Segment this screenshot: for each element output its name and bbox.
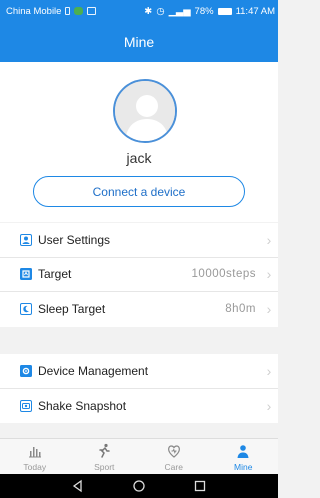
bluetooth-icon: ✱	[144, 5, 153, 17]
device-management-row[interactable]: Device Management ›	[0, 354, 278, 389]
shake-snapshot-row[interactable]: Shake Snapshot ›	[0, 389, 278, 424]
target-row[interactable]: Target 10000steps ›	[0, 258, 278, 292]
image-icon	[87, 7, 97, 15]
avatar[interactable]	[113, 79, 177, 143]
carrier-name: China Mobile	[6, 5, 62, 17]
title-bar: Mine	[0, 22, 278, 62]
recents-icon[interactable]	[188, 474, 212, 498]
connect-device-button[interactable]: Connect a device	[33, 176, 245, 207]
usb-icon	[65, 7, 71, 15]
sleep-target-value: 8h0m	[225, 303, 256, 316]
device-management-icon	[20, 364, 32, 377]
settings-group: User Settings › Target 10000steps › Slee…	[0, 223, 278, 327]
device-management-label: Device Management	[38, 363, 149, 378]
chevron-right-icon: ›	[266, 301, 272, 318]
home-icon[interactable]	[127, 474, 151, 498]
back-icon[interactable]	[66, 474, 90, 498]
target-label: Target	[38, 267, 72, 282]
target-value: 10000steps	[191, 268, 256, 281]
wechat-icon	[74, 7, 84, 15]
runner-icon	[96, 442, 112, 460]
chevron-right-icon: ›	[266, 397, 272, 414]
profile-section: jack Connect a device	[0, 62, 278, 222]
page-title: Mine	[123, 34, 155, 50]
battery-percent: 78%	[194, 5, 214, 17]
tab-sport-label: Sport	[94, 461, 115, 472]
person-icon	[235, 442, 251, 460]
user-settings-label: User Settings	[38, 232, 111, 247]
alarm-icon: ◷	[156, 5, 165, 17]
tab-sport[interactable]: Sport	[70, 439, 140, 474]
tab-today-label: Today	[23, 461, 47, 472]
sleep-target-icon	[20, 303, 32, 316]
tab-care[interactable]: Care	[139, 439, 209, 474]
tab-today[interactable]: Today	[0, 439, 70, 474]
chevron-right-icon: ›	[266, 362, 272, 379]
chevron-right-icon: ›	[266, 266, 272, 283]
username: jack	[126, 150, 152, 166]
sleep-target-row[interactable]: Sleep Target 8h0m ›	[0, 292, 278, 327]
shake-snapshot-label: Shake Snapshot	[38, 398, 127, 413]
user-settings-icon	[20, 233, 32, 246]
tab-care-label: Care	[164, 461, 183, 472]
battery-icon	[217, 7, 232, 15]
user-settings-row[interactable]: User Settings ›	[0, 223, 278, 258]
target-icon	[20, 268, 32, 281]
device-group: Device Management › Shake Snapshot ›	[0, 354, 278, 423]
clock: 11:47 AM	[235, 5, 275, 17]
shake-snapshot-icon	[20, 399, 32, 412]
bar-chart-icon	[27, 442, 43, 460]
sleep-target-label: Sleep Target	[38, 302, 106, 317]
system-nav-bar	[0, 474, 278, 498]
chevron-right-icon: ›	[266, 231, 272, 248]
tab-mine-label: Mine	[234, 461, 253, 472]
tab-bar: Today Sport Care Mine	[0, 438, 278, 474]
tab-mine[interactable]: Mine	[209, 439, 279, 474]
status-bar: China Mobile ✱ ◷ ▁▃▅ 78% 11:47 AM	[0, 0, 278, 22]
default-avatar-icon	[115, 81, 175, 141]
signal-icon: ▁▃▅	[168, 5, 191, 17]
care-icon	[166, 442, 182, 460]
